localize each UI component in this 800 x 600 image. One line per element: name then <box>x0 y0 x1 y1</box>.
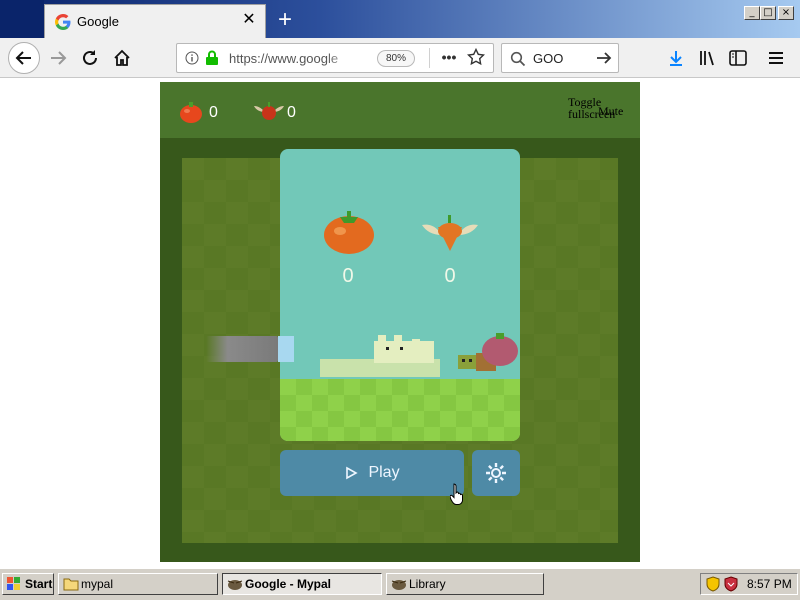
card-apple-score: 0 <box>342 265 354 287</box>
hamburger-menu-button[interactable] <box>762 44 790 72</box>
nav-toolbar: https://www.google 80% ••• GOO <box>0 38 800 78</box>
reload-icon <box>83 50 97 65</box>
google-g-icon <box>55 14 71 30</box>
taskbar-item-mypal[interactable]: mypal <box>58 573 218 595</box>
minimize-button[interactable]: _ <box>744 6 760 20</box>
clock: 8:57 PM <box>747 577 792 591</box>
sidebar-icon <box>729 50 747 66</box>
window-menu-button[interactable] <box>0 0 44 38</box>
start-label: Start <box>25 577 53 591</box>
back-button[interactable] <box>8 42 40 74</box>
page-viewport: 0 0 Toggle fullscreen Mute 0 0 Play <box>0 79 800 568</box>
title-bar: Google ✕ + _ □ × <box>0 0 800 38</box>
crocodile-icon <box>320 335 440 377</box>
zoom-level-badge[interactable]: 80% <box>377 50 415 67</box>
page-actions-button[interactable]: ••• <box>437 46 461 70</box>
maximize-button[interactable]: □ <box>760 6 776 20</box>
taskbar-item-google[interactable]: Google - Mypal <box>222 573 382 595</box>
screen: Google ✕ + _ □ × https://www.google 80% … <box>0 0 800 600</box>
arrow-left-icon <box>15 51 31 65</box>
game-header: 0 0 Toggle fullscreen Mute <box>160 82 640 138</box>
start-button[interactable]: Start <box>2 573 54 595</box>
hand-cursor-icon <box>450 483 463 505</box>
new-tab-button[interactable]: + <box>270 6 300 34</box>
search-icon <box>510 51 526 67</box>
start-card: 0 0 <box>280 149 520 441</box>
hamburger-icon <box>769 52 783 64</box>
sidebar-button[interactable] <box>724 44 752 72</box>
trophy-score: 0 <box>287 104 296 121</box>
folder-icon <box>63 578 79 591</box>
home-icon <box>114 49 130 66</box>
url-fade <box>327 46 353 70</box>
winged-apple-icon <box>422 215 478 251</box>
snake-head <box>278 336 294 362</box>
shield-icon[interactable] <box>705 576 721 592</box>
close-window-button[interactable]: × <box>778 6 794 20</box>
taskbar-item-label: Library <box>409 577 446 591</box>
tab-google[interactable]: Google ✕ <box>44 4 266 38</box>
apple-icon <box>324 211 374 254</box>
winged-apple-icon <box>254 102 284 120</box>
plum-icon <box>482 333 518 366</box>
library-button[interactable] <box>694 44 722 72</box>
gear-icon <box>486 463 506 483</box>
arrow-right-icon <box>51 51 67 65</box>
play-button[interactable]: Play <box>280 450 464 496</box>
url-divider <box>429 48 430 68</box>
reload-button[interactable] <box>76 44 104 72</box>
forward-button[interactable] <box>44 44 72 72</box>
security-shield-icon[interactable] <box>723 576 739 592</box>
card-trophy-score: 0 <box>444 265 456 287</box>
play-icon <box>346 466 359 480</box>
settings-button[interactable] <box>472 450 520 496</box>
taskbar-item-label: Google - Mypal <box>245 577 332 591</box>
mypal-icon <box>391 580 407 590</box>
system-tray: 8:57 PM <box>700 573 798 595</box>
info-icon[interactable] <box>185 51 199 65</box>
tab-title: Google <box>77 14 119 29</box>
home-button[interactable] <box>108 44 136 72</box>
arrow-right-icon[interactable] <box>594 48 614 68</box>
apple-icon <box>180 102 202 123</box>
download-icon <box>670 51 682 66</box>
taskbar-item-library[interactable]: Library <box>386 573 544 595</box>
apple-score: 0 <box>209 104 218 121</box>
star-icon[interactable] <box>467 48 485 66</box>
taskbar-item-label: mypal <box>81 577 114 591</box>
snake-game: 0 0 Toggle fullscreen Mute 0 0 Play <box>160 82 640 562</box>
mute-button[interactable]: Mute <box>598 104 623 119</box>
downloads-button[interactable] <box>662 44 690 72</box>
lock-icon <box>206 50 218 65</box>
windows-logo-icon <box>7 577 20 590</box>
search-bar[interactable]: GOO <box>501 43 619 73</box>
close-tab-icon[interactable]: ✕ <box>239 10 259 30</box>
mypal-icon <box>227 580 243 590</box>
snake-body <box>206 336 278 362</box>
search-input[interactable]: GOO <box>533 51 563 66</box>
play-label: Play <box>368 464 400 481</box>
taskbar: Start mypal Google - Mypal Library 8:57 … <box>0 568 800 600</box>
card-grass <box>280 379 520 441</box>
url-bar[interactable]: https://www.google 80% ••• <box>176 43 494 73</box>
library-icon <box>700 51 714 66</box>
